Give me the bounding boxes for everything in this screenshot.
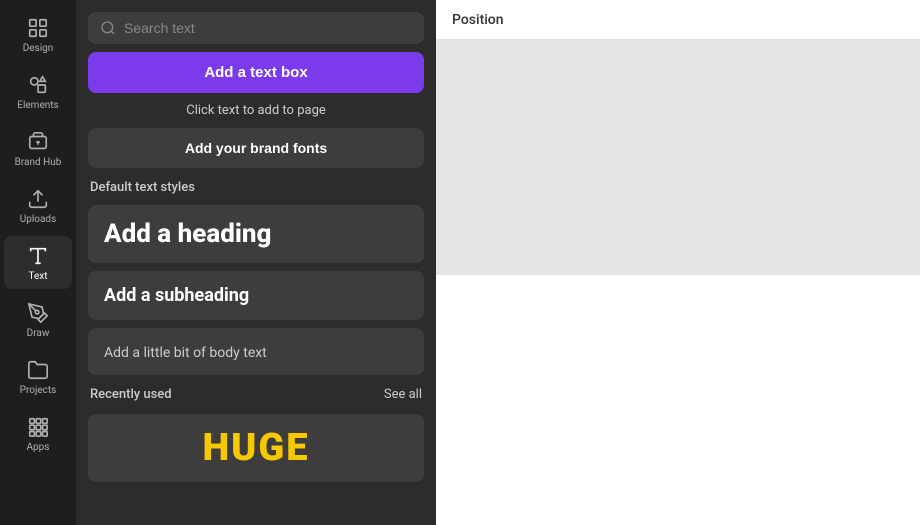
brand-fonts-button[interactable]: Add your brand fonts [88,128,424,168]
sidebar-item-elements[interactable]: Elements [4,65,72,118]
sidebar-item-label-design: Design [23,43,54,55]
sidebar-item-projects[interactable]: Projects [4,350,72,403]
sidebar-item-text[interactable]: Text [4,236,72,289]
sidebar-item-apps[interactable]: Apps [4,407,72,460]
sidebar-item-design[interactable]: Design [4,8,72,61]
sidebar-item-brand-hub[interactable]: Brand Hub [4,122,72,175]
brand-hub-icon [26,130,50,154]
body-style-item[interactable]: Add a little bit of body text [88,328,424,375]
heading-style-item[interactable]: Add a heading [88,205,424,263]
recently-used-header: Recently used See all [88,383,424,406]
sidebar-item-draw[interactable]: Draw [4,293,72,346]
body-text: Add a little bit of body text [104,345,267,361]
canvas-white-area [436,275,920,525]
text-icon [26,244,50,268]
sidebar-item-label-apps: Apps [27,442,50,454]
draw-icon [26,301,50,325]
design-icon [26,16,50,40]
huge-preview-text: HUGE [202,426,309,470]
elements-icon [26,73,50,97]
add-text-box-button[interactable]: Add a text box [88,52,424,93]
position-label: Position [452,12,504,28]
click-text-label: Click text to add to page [88,101,424,120]
canvas-topbar: Position [436,0,920,40]
sidebar-item-label-brand-hub: Brand Hub [15,157,62,169]
huge-preview[interactable]: HUGE [88,414,424,482]
sidebar-item-label-draw: Draw [27,328,50,340]
sidebar-item-uploads[interactable]: Uploads [4,179,72,232]
text-panel: Add a text box Click text to add to page… [76,0,436,525]
sidebar-item-label-uploads: Uploads [20,214,56,226]
default-text-styles-label: Default text styles [88,176,424,197]
canvas-area: Position [436,0,920,525]
canvas-content [436,40,920,525]
search-input[interactable] [124,20,412,36]
subheading-style-item[interactable]: Add a subheading [88,271,424,320]
subheading-text: Add a subheading [104,285,249,306]
sidebar-item-label-projects: Projects [20,385,57,397]
search-bar[interactable] [88,12,424,44]
projects-icon [26,358,50,382]
heading-text: Add a heading [104,219,271,249]
uploads-icon [26,187,50,211]
sidebar-item-label-elements: Elements [17,100,58,112]
apps-icon [26,415,50,439]
search-icon [100,20,116,36]
see-all-link[interactable]: See all [384,387,422,402]
sidebar: Design Elements Brand Hub [0,0,76,525]
recently-used-title: Recently used [90,387,172,402]
sidebar-item-label-text: Text [28,271,47,283]
